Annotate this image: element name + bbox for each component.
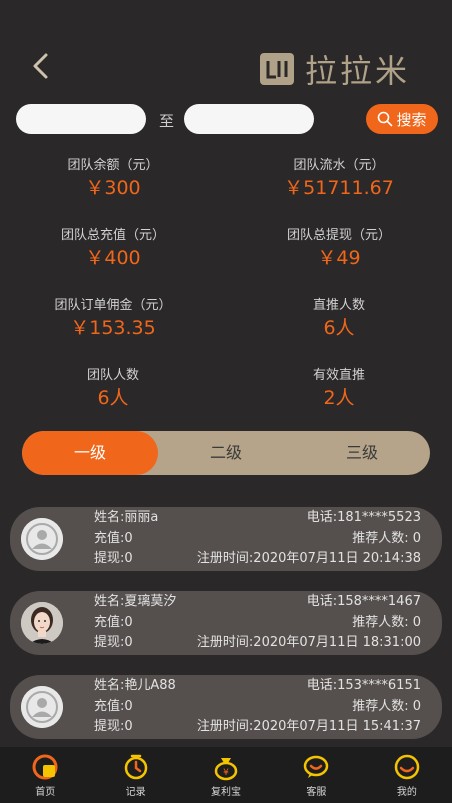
date-filter: 至 搜索 — [16, 104, 438, 134]
member-registered: 注册时间:2020年07月11日 18:31:00 — [196, 635, 421, 650]
member-phone: 电话:153****6151 — [306, 678, 421, 693]
member-withdraw: 提现:0 — [94, 635, 133, 650]
stat-value: ￥300 — [85, 177, 141, 199]
stat-value: ￥400 — [85, 247, 141, 269]
stat-team-recharge: 团队总充值（元） ￥400 — [0, 226, 226, 270]
member-referrals: 推荐人数: 0 — [352, 699, 421, 714]
default-avatar-icon — [21, 518, 63, 560]
member-phone: 电话:158****1467 — [306, 594, 421, 609]
home-icon — [32, 754, 58, 779]
tabbar-compound[interactable]: ¥ 复利宝 — [181, 747, 271, 803]
tab-level-1[interactable]: 一级 — [22, 431, 158, 475]
stat-value: 6人 — [97, 387, 129, 409]
record-icon — [124, 754, 147, 779]
member-referrals: 推荐人数: 0 — [352, 531, 421, 546]
stat-team-commission: 团队订单佣金（元） ￥153.35 — [0, 296, 226, 340]
tabbar-label: 首页 — [35, 786, 56, 798]
stat-team-size: 团队人数 6人 — [0, 366, 226, 410]
stat-label: 团队余额（元） — [67, 158, 159, 173]
chevron-left-icon — [33, 53, 48, 79]
tabbar-label: 客服 — [306, 786, 327, 798]
stat-label: 直推人数 — [312, 298, 365, 313]
member-phone: 电话:181****5523 — [306, 510, 421, 525]
member-name: 姓名:夏璃莫汐 — [94, 594, 177, 609]
member-card[interactable]: 姓名:夏璃莫汐 电话:158****1467 充值:0 推荐人数: 0 提现:0… — [10, 591, 442, 655]
svg-text:¥: ¥ — [223, 768, 229, 778]
level-tabs: 一级 二级 三级 — [22, 431, 430, 475]
start-date-input[interactable] — [16, 104, 146, 134]
tabbar-service[interactable]: 客服 — [271, 747, 361, 803]
money-bag-icon: ¥ — [214, 757, 238, 780]
stat-team-flow: 团队流水（元） ￥51711.67 — [226, 156, 452, 200]
logo-mark-icon — [259, 53, 294, 85]
stat-label: 有效直推 — [312, 368, 365, 383]
member-registered: 注册时间:2020年07月11日 15:41:37 — [196, 719, 421, 734]
profile-icon — [394, 754, 420, 779]
tabbar-label: 我的 — [396, 786, 417, 798]
tabbar-record[interactable]: 记录 — [90, 747, 180, 803]
member-withdraw: 提现:0 — [94, 551, 133, 566]
stat-label: 团队总提现（元） — [286, 228, 391, 243]
member-card[interactable]: 姓名:艳儿A88 电话:153****6151 充值:0 推荐人数: 0 提现:… — [10, 675, 442, 739]
back-button[interactable] — [24, 48, 60, 84]
stat-value: ￥153.35 — [70, 317, 156, 339]
date-separator: 至 — [159, 112, 175, 130]
member-withdraw: 提现:0 — [94, 719, 133, 734]
app-logo: 拉拉米 — [259, 46, 410, 92]
tabbar-profile[interactable]: 我的 — [362, 747, 452, 803]
stat-direct-referrals: 直推人数 6人 — [226, 296, 452, 340]
member-recharge: 充值:0 — [94, 531, 133, 546]
tabbar-home[interactable]: 首页 — [0, 747, 90, 803]
member-recharge: 充值:0 — [94, 699, 133, 714]
stat-label: 团队流水（元） — [293, 158, 385, 173]
member-name: 姓名:艳儿A88 — [94, 678, 176, 693]
default-avatar-icon — [21, 686, 63, 728]
logo-text: 拉拉米 — [304, 52, 410, 90]
search-icon — [378, 111, 393, 127]
tab-level-3[interactable]: 三级 — [294, 431, 430, 475]
tab-level-2[interactable]: 二级 — [158, 431, 294, 475]
member-card[interactable]: 姓名:丽丽a 电话:181****5523 充值:0 推荐人数: 0 提现:0 … — [10, 507, 442, 571]
member-name: 姓名:丽丽a — [94, 510, 159, 525]
end-date-input[interactable] — [184, 104, 314, 134]
search-button[interactable]: 搜索 — [366, 104, 438, 134]
member-referrals: 推荐人数: 0 — [352, 615, 421, 630]
stat-label: 团队订单佣金（元） — [54, 298, 172, 313]
photo-avatar — [21, 602, 63, 644]
stat-value: 6人 — [323, 317, 355, 339]
chat-icon — [304, 755, 329, 778]
member-recharge: 充值:0 — [94, 615, 133, 630]
bottom-tabbar: 首页 记录 ¥ 复利宝 客服 我的 — [0, 747, 452, 803]
stat-team-balance: 团队余额（元） ￥300 — [0, 156, 226, 200]
member-registered: 注册时间:2020年07月11日 20:14:38 — [196, 551, 421, 566]
tabbar-label: 记录 — [125, 786, 146, 798]
stat-value: ￥49 — [317, 247, 361, 269]
stat-value: 2人 — [323, 387, 355, 409]
stat-team-withdraw: 团队总提现（元） ￥49 — [226, 226, 452, 270]
tabbar-label: 复利宝 — [211, 786, 242, 798]
stat-value: ￥51711.67 — [284, 177, 394, 199]
stat-label: 团队人数 — [86, 368, 139, 383]
stat-valid-referrals: 有效直推 2人 — [226, 366, 452, 410]
header: 拉拉米 — [0, 0, 452, 100]
stat-label: 团队总充值（元） — [60, 228, 165, 243]
search-label: 搜索 — [396, 110, 427, 129]
